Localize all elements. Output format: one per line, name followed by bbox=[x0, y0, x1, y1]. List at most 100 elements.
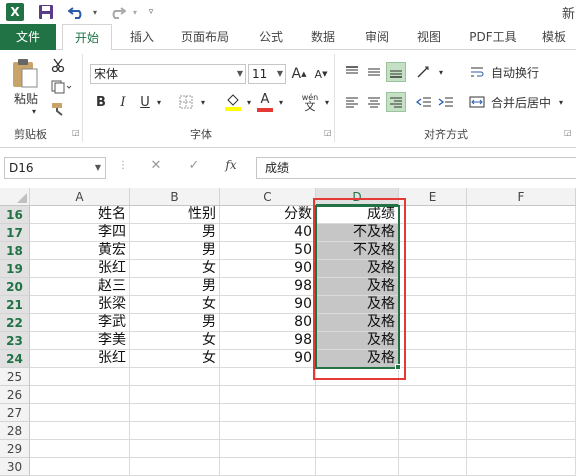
column-header-d[interactable]: D bbox=[316, 188, 399, 206]
cell-b27[interactable] bbox=[130, 404, 220, 422]
row-header-20[interactable]: 20 bbox=[0, 278, 30, 296]
cell-f17[interactable] bbox=[467, 224, 576, 242]
cell-b17[interactable]: 男 bbox=[130, 224, 220, 242]
cell-b29[interactable] bbox=[130, 440, 220, 458]
cell-b28[interactable] bbox=[130, 422, 220, 440]
tab-file[interactable]: 文件 bbox=[0, 24, 56, 50]
row-header-16[interactable]: 16 bbox=[0, 206, 30, 224]
redo-icon[interactable] bbox=[106, 2, 128, 22]
cell-d28[interactable] bbox=[316, 422, 399, 440]
merge-center-label[interactable]: 合并后居中 bbox=[488, 92, 554, 112]
cell-d25[interactable] bbox=[316, 368, 399, 386]
cell-c21[interactable]: 90 bbox=[220, 296, 316, 314]
cell-f18[interactable] bbox=[467, 242, 576, 260]
row-header-24[interactable]: 24 bbox=[0, 350, 30, 368]
cell-c23[interactable]: 98 bbox=[220, 332, 316, 350]
tab-formulas[interactable]: 公式 bbox=[250, 24, 292, 50]
merge-center-icon[interactable] bbox=[468, 92, 486, 112]
row-header-29[interactable]: 29 bbox=[0, 440, 30, 458]
fill-color-dropdown-icon[interactable]: ▾ bbox=[244, 92, 254, 112]
align-middle-icon[interactable] bbox=[364, 62, 384, 82]
tab-view[interactable]: 视图 bbox=[408, 24, 450, 50]
cell-e17[interactable] bbox=[399, 224, 467, 242]
cell-c29[interactable] bbox=[220, 440, 316, 458]
cell-e29[interactable] bbox=[399, 440, 467, 458]
orientation-icon[interactable] bbox=[414, 62, 436, 82]
align-right-icon[interactable] bbox=[386, 92, 406, 112]
cell-c17[interactable]: 40 bbox=[220, 224, 316, 242]
cell-d22[interactable]: 及格 bbox=[316, 314, 399, 332]
cell-e26[interactable] bbox=[399, 386, 467, 404]
phonetic-dropdown-icon[interactable]: ▾ bbox=[322, 92, 332, 112]
cell-f21[interactable] bbox=[467, 296, 576, 314]
cell-e24[interactable] bbox=[399, 350, 467, 368]
cell-d20[interactable]: 及格 bbox=[316, 278, 399, 296]
cut-icon[interactable] bbox=[48, 56, 68, 74]
font-launcher-icon[interactable]: ◲ bbox=[324, 128, 332, 137]
cell-d16[interactable]: 成绩 bbox=[316, 206, 399, 224]
cell-b21[interactable]: 女 bbox=[130, 296, 220, 314]
cell-d17[interactable]: 不及格 bbox=[316, 224, 399, 242]
cell-e19[interactable] bbox=[399, 260, 467, 278]
orientation-dropdown-icon[interactable]: ▾ bbox=[436, 62, 446, 82]
cell-b18[interactable]: 男 bbox=[130, 242, 220, 260]
tab-pdf-tools[interactable]: PDF工具 bbox=[464, 24, 522, 50]
cell-b30[interactable] bbox=[130, 458, 220, 476]
borders-icon[interactable] bbox=[174, 92, 198, 112]
cell-e20[interactable] bbox=[399, 278, 467, 296]
cell-d29[interactable] bbox=[316, 440, 399, 458]
cell-e21[interactable] bbox=[399, 296, 467, 314]
italic-button[interactable]: I bbox=[114, 92, 132, 112]
copy-icon[interactable] bbox=[48, 78, 76, 96]
phonetic-guide-button[interactable]: wén 文 bbox=[298, 90, 322, 114]
cell-f25[interactable] bbox=[467, 368, 576, 386]
redo-dropdown-icon[interactable]: ▾ bbox=[130, 2, 140, 22]
alignment-launcher-icon[interactable]: ◲ bbox=[564, 128, 572, 137]
cell-b16[interactable]: 性别 bbox=[130, 206, 220, 224]
row-header-23[interactable]: 23 bbox=[0, 332, 30, 350]
cell-c26[interactable] bbox=[220, 386, 316, 404]
cell-b26[interactable] bbox=[130, 386, 220, 404]
cell-f20[interactable] bbox=[467, 278, 576, 296]
align-bottom-icon[interactable] bbox=[386, 62, 406, 82]
paste-button-label[interactable]: 粘贴 bbox=[8, 90, 44, 106]
cell-d21[interactable]: 及格 bbox=[316, 296, 399, 314]
cell-e28[interactable] bbox=[399, 422, 467, 440]
cell-d18[interactable]: 不及格 bbox=[316, 242, 399, 260]
row-header-17[interactable]: 17 bbox=[0, 224, 30, 242]
cell-c16[interactable]: 分数 bbox=[220, 206, 316, 224]
tab-home[interactable]: 开始 bbox=[62, 24, 112, 51]
row-header-22[interactable]: 22 bbox=[0, 314, 30, 332]
borders-dropdown-icon[interactable]: ▾ bbox=[198, 92, 208, 112]
font-name-combobox[interactable]: 宋体 ▼ bbox=[90, 64, 246, 84]
cell-a27[interactable] bbox=[30, 404, 130, 422]
insert-function-icon[interactable]: fx bbox=[220, 158, 242, 178]
cell-a26[interactable] bbox=[30, 386, 130, 404]
cell-a20[interactable]: 赵三 bbox=[30, 278, 130, 296]
cell-e23[interactable] bbox=[399, 332, 467, 350]
cell-d24[interactable]: 及格 bbox=[316, 350, 399, 368]
cell-c19[interactable]: 90 bbox=[220, 260, 316, 278]
cell-b24[interactable]: 女 bbox=[130, 350, 220, 368]
cell-d26[interactable] bbox=[316, 386, 399, 404]
cell-a17[interactable]: 李四 bbox=[30, 224, 130, 242]
cell-e18[interactable] bbox=[399, 242, 467, 260]
cell-b19[interactable]: 女 bbox=[130, 260, 220, 278]
cancel-icon[interactable]: ✕ bbox=[146, 158, 166, 178]
row-header-28[interactable]: 28 bbox=[0, 422, 30, 440]
row-header-25[interactable]: 25 bbox=[0, 368, 30, 386]
cell-a30[interactable] bbox=[30, 458, 130, 476]
decrease-indent-icon[interactable] bbox=[414, 92, 434, 112]
cell-f16[interactable] bbox=[467, 206, 576, 224]
cell-a23[interactable]: 李美 bbox=[30, 332, 130, 350]
row-header-26[interactable]: 26 bbox=[0, 386, 30, 404]
select-all-corner[interactable] bbox=[0, 188, 30, 206]
align-left-icon[interactable] bbox=[342, 92, 362, 112]
row-header-27[interactable]: 27 bbox=[0, 404, 30, 422]
row-header-30[interactable]: 30 bbox=[0, 458, 30, 476]
shrink-font-button[interactable]: A ▼ bbox=[312, 64, 330, 84]
cell-e30[interactable] bbox=[399, 458, 467, 476]
cell-c20[interactable]: 98 bbox=[220, 278, 316, 296]
chevron-down-icon[interactable]: ▼ bbox=[277, 65, 283, 83]
bold-button[interactable]: B bbox=[92, 92, 110, 112]
